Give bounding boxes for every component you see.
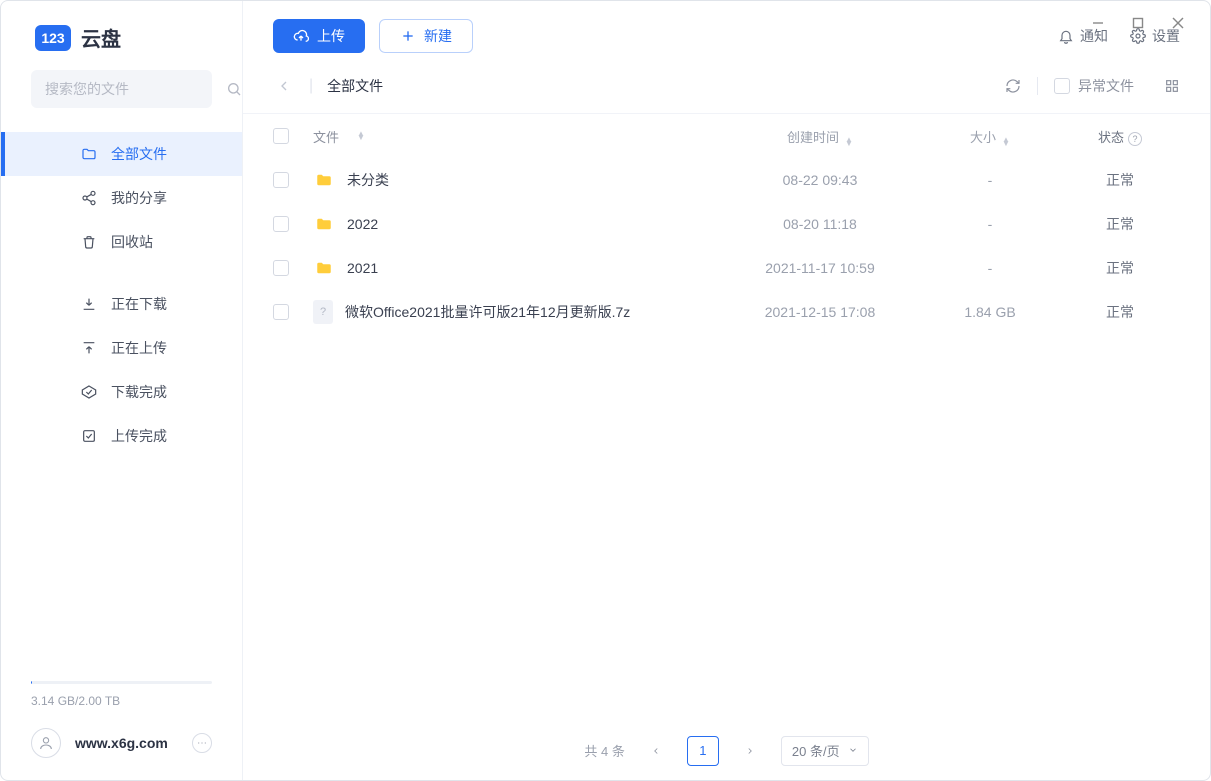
page-total: 共 4 条 (584, 741, 624, 760)
file-size: - (920, 172, 1060, 188)
window-maximize[interactable] (1118, 9, 1158, 37)
window-minimize[interactable] (1078, 9, 1118, 37)
row-checkbox[interactable] (273, 216, 289, 232)
table-row[interactable]: 未分类 08-22 09:43-正常 (243, 158, 1210, 202)
bell-icon (1058, 28, 1074, 44)
sidebar-item-trash[interactable]: 回收站 (1, 220, 242, 264)
search-box[interactable] (31, 70, 212, 108)
storage-usage: 3.14 GB/2.00 TB (31, 681, 212, 708)
file-time: 08-22 09:43 (720, 172, 920, 188)
col-header-size[interactable]: 大小▲▼ (920, 127, 1060, 146)
table-header: 文件▲▼ 创建时间▲▼ 大小▲▼ 状态? (243, 114, 1210, 158)
file-size: - (920, 216, 1060, 232)
file-status: 正常 (1060, 214, 1180, 234)
sidebar-item-upload-done[interactable]: 上传完成 (1, 414, 242, 458)
select-all-checkbox[interactable] (273, 128, 289, 144)
upload-cloud-icon (293, 28, 309, 44)
file-time: 2021-12-15 17:08 (720, 304, 920, 320)
col-header-name[interactable]: 文件▲▼ (313, 127, 720, 146)
col-header-time[interactable]: 创建时间▲▼ (720, 127, 920, 146)
file-name: 未分类 (347, 170, 389, 190)
table-row[interactable]: 2021 2021-11-17 10:59-正常 (243, 246, 1210, 290)
file-name: 2021 (347, 260, 378, 276)
upload-button[interactable]: 上传 (273, 19, 365, 53)
username: www.x6g.com (75, 735, 192, 751)
share-icon (81, 190, 97, 206)
refresh-button[interactable] (1005, 78, 1021, 94)
plus-icon (400, 28, 416, 44)
window-close[interactable] (1158, 9, 1198, 37)
sidebar-item-all-files[interactable]: 全部文件 (1, 132, 242, 176)
folder-icon (81, 146, 97, 162)
table-row[interactable]: 2022 08-20 11:18-正常 (243, 202, 1210, 246)
more-icon[interactable]: ⋯ (192, 733, 212, 753)
file-size: 1.84 GB (920, 304, 1060, 320)
sidebar-item-downloading[interactable]: 正在下载 (1, 282, 242, 326)
download-icon (81, 296, 97, 312)
page-next[interactable] (735, 736, 765, 766)
upload-icon (81, 340, 97, 356)
help-icon[interactable]: ? (1128, 132, 1142, 146)
page-current[interactable]: 1 (687, 736, 719, 766)
file-size: - (920, 260, 1060, 276)
table-row[interactable]: ?微软Office2021批量许可版21年12月更新版.7z2021-12-15… (243, 290, 1210, 334)
chevron-down-icon (848, 743, 858, 758)
storage-text: 3.14 GB/2.00 TB (31, 694, 212, 708)
col-header-status: 状态? (1060, 127, 1180, 146)
logo-badge-icon: 123 (35, 25, 71, 51)
file-time: 08-20 11:18 (720, 216, 920, 232)
breadcrumb-back[interactable] (273, 75, 295, 97)
file-status: 正常 (1060, 170, 1180, 190)
avatar[interactable] (31, 728, 61, 758)
abnormal-filter[interactable]: 异常文件 (1054, 76, 1134, 96)
file-name: 2022 (347, 216, 378, 232)
file-status: 正常 (1060, 302, 1180, 322)
pagination: 共 4 条 1 20 条/页 (243, 720, 1210, 780)
logo-text: 云盘 (81, 23, 121, 52)
search-icon (226, 81, 242, 97)
view-grid-button[interactable] (1164, 78, 1180, 94)
file-time: 2021-11-17 10:59 (720, 260, 920, 276)
breadcrumb-current[interactable]: 全部文件 (327, 76, 383, 96)
app-logo: 123 云盘 (1, 1, 242, 70)
trash-icon (81, 234, 97, 250)
upload-done-icon (81, 428, 97, 444)
row-checkbox[interactable] (273, 304, 289, 320)
create-button[interactable]: 新建 (379, 19, 473, 53)
sidebar-item-uploading[interactable]: 正在上传 (1, 326, 242, 370)
page-size-select[interactable]: 20 条/页 (781, 736, 869, 766)
checkbox-icon[interactable] (1054, 78, 1070, 94)
sidebar-item-download-done[interactable]: 下载完成 (1, 370, 242, 414)
row-checkbox[interactable] (273, 172, 289, 188)
sidebar-item-my-share[interactable]: 我的分享 (1, 176, 242, 220)
file-name: 微软Office2021批量许可版21年12月更新版.7z (345, 302, 630, 322)
row-checkbox[interactable] (273, 260, 289, 276)
search-input[interactable] (45, 81, 226, 97)
file-status: 正常 (1060, 258, 1180, 278)
page-prev[interactable] (641, 736, 671, 766)
check-icon (81, 384, 97, 400)
